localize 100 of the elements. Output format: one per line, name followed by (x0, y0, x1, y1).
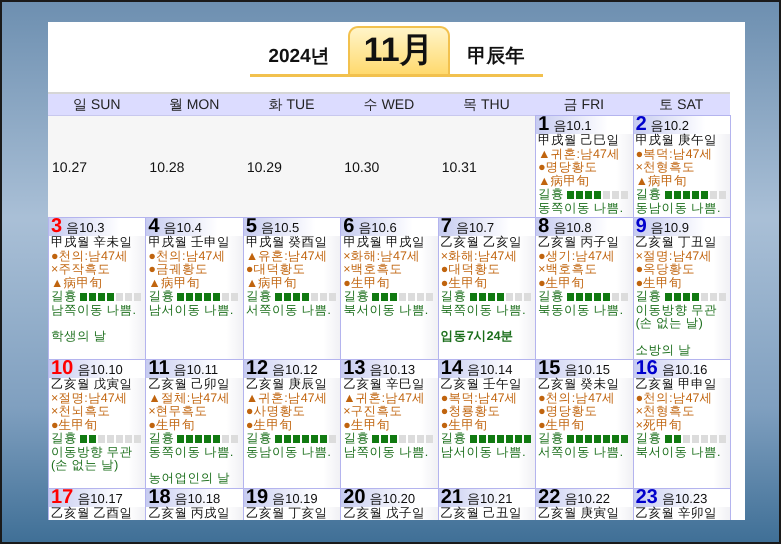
day-number: 20 (343, 489, 366, 506)
lunar-date: 음10.16 (662, 361, 708, 378)
day-cell[interactable]: 10 음10.10 乙亥월 戊寅일 ×절명:남47세 ×천뇌흑도 ●生甲旬 길흉 이동방향 무관 (손 없는 날) (48, 359, 146, 489)
day-cell[interactable]: 11 음10.11 乙亥월 己卯일 ▲절체:남47세 ×현무흑도 ●生甲旬 길흉 동쪽이동 나쁨. 농어업인의 날 (145, 359, 244, 489)
direction-text: 북서이동 나쁨. (634, 446, 722, 459)
lunar-date: 음10.22 (564, 490, 610, 506)
year-ganji-text: 甲辰年 (468, 45, 525, 69)
day-cell[interactable]: 8 음10.8 乙亥월 丙子일 ●생기:남47세 ×백호흑도 ●生甲旬 길흉 북동이동 나쁨. (535, 217, 634, 360)
day-number: 7 (440, 218, 452, 235)
ganji-text: 乙亥월 壬午일 (440, 378, 524, 392)
omen-text: ●生甲旬 (537, 418, 586, 432)
day-cell[interactable]: 23 음10.23 乙亥월 辛卯일 (632, 488, 731, 520)
lunar-date: 음10.7 (456, 219, 494, 236)
omen-text: ●生甲旬 (147, 418, 196, 432)
day-cell[interactable]: 21 음10.21 乙亥월 己丑일 (438, 488, 536, 520)
direction-text: 북서이동 나쁨. (342, 304, 430, 317)
fortune-label: 길흉 (246, 290, 272, 304)
omen-text: ▲病甲旬 (244, 276, 298, 290)
omen-text: ×화해:남47세 (440, 250, 518, 263)
lunar-date: 음10.17 (77, 490, 123, 507)
lunar-date: 음10.19 (272, 490, 318, 506)
lunar-date: 음10.1 (553, 117, 592, 134)
day-cell[interactable]: 1 음10.1 甲戌월 己巳일 ▲귀혼:남47세 ●명당황도 ▲病甲旬 길흉 동쪽이동 나쁨. (535, 115, 634, 218)
ganji-text: 甲戌월 庚午일 (634, 134, 718, 148)
omen-text: ▲病甲旬 (50, 276, 104, 290)
weekday-header: 월 MON (145, 94, 243, 115)
omen-text: ●대덕황도 (244, 263, 306, 276)
lunar-date: 음10.6 (358, 219, 397, 236)
ganji-text: 乙亥월 丙子일 (537, 236, 621, 250)
fortune-label: 길흉 (343, 290, 370, 304)
day-cell[interactable]: 5 음10.5 甲戌월 癸酉일 ▲유혼:남47세 ●대덕황도 ▲病甲旬 길흉 서쪽이동 나쁨. (242, 217, 342, 360)
day-cell[interactable]: 9 음10.9 乙亥월 丁丑일 ×절명:남47세 ●옥당황도 ●生甲旬 길흉 이동방향 무관 (손 없는 날) 소방의 날 (632, 217, 731, 360)
omen-text: ×백호흑도 (537, 263, 598, 276)
ganji-text: 乙亥월 戊子일 (342, 507, 426, 520)
omen-text: ●생기:남47세 (537, 250, 616, 263)
omen-text: ×백호흑도 (342, 263, 404, 276)
day-cell[interactable]: 20 음10.20 乙亥월 戊子일 (340, 488, 439, 520)
lunar-date: 음10.10 (77, 361, 123, 378)
day-cell[interactable]: 3 음10.3 甲戌월 辛未일 ●천의:남47세 ×주작흑도 ▲病甲旬 길흉 남쪽이동 나쁨. 학생의 날 (48, 217, 146, 360)
direction-text: 북쪽이동 나쁨. (440, 304, 527, 317)
fortune-label: 길흉 (538, 432, 564, 446)
day-cell[interactable]: 7 음10.7 乙亥월 乙亥일 ×화해:남47세 ●대덕황도 ●生甲旬 길흉 북쪽이동 나쁨. 입동7시24분 (438, 217, 536, 360)
day-number: 9 (636, 218, 647, 235)
day-cell[interactable]: 19 음10.19 乙亥월 丁亥일 (242, 488, 342, 520)
omen-text: ×천뇌흑도 (50, 405, 112, 418)
holiday-text: 농어업인의 날 (147, 472, 231, 486)
day-number: 13 (343, 360, 366, 377)
lunar-date: 음10.20 (370, 490, 416, 506)
day-number: 23 (636, 489, 658, 506)
omen-text: ●청룡황도 (440, 405, 502, 418)
omen-text: ●生甲旬 (634, 276, 684, 290)
day-number: 4 (148, 218, 160, 235)
omen-text: ×현무흑도 (147, 405, 209, 418)
lunar-date: 음10.5 (260, 219, 300, 236)
day-cell[interactable]: 18 음10.18 乙亥월 丙戌일 (145, 488, 244, 520)
ganji-text: 乙亥월 乙酉일 (50, 507, 134, 520)
day-cell[interactable]: 4 음10.4 甲戌월 壬申일 ●천의:남47세 ●금궤황도 ▲病甲旬 길흉 남서이동 나쁨. (145, 217, 244, 360)
omen-text: ●천의:남47세 (50, 250, 129, 263)
lunar-date: 음10.21 (466, 490, 512, 507)
omen-text: ●生甲旬 (440, 276, 488, 290)
day-cell[interactable]: 13 음10.13 乙亥월 辛巳일 ▲귀혼:남47세 ×구진흑도 ●生甲旬 길흉 남쪽이동 나쁨. (340, 359, 439, 489)
day-cell[interactable]: 22 음10.22 乙亥월 庚寅일 (535, 488, 634, 520)
day-number: 5 (246, 218, 257, 235)
ganji-text: 乙亥월 丙戌일 (147, 507, 231, 520)
omen-text: ●사명황도 (244, 405, 306, 418)
ganji-text: 乙亥월 己卯일 (147, 378, 231, 392)
omen-text: ●生甲旬 (342, 418, 391, 432)
holiday-text: 소방의 날 (634, 344, 692, 357)
fortune-label: 길흉 (440, 432, 467, 446)
ganji-text: 甲戌월 壬申일 (147, 236, 231, 250)
day-cell[interactable]: 12 음10.12 乙亥월 庚辰일 ▲귀혼:남47세 ●사명황도 ●生甲旬 길흉 동남이동 나쁨. (242, 359, 342, 489)
omen-text: ×死甲旬 (634, 418, 683, 432)
ganji-text: 乙亥월 癸未일 (537, 378, 621, 392)
day-cell[interactable]: 17 음10.17 乙亥월 乙酉일 (48, 488, 146, 520)
fortune-label: 길흉 (51, 290, 77, 304)
day-cell[interactable]: 16 음10.16 乙亥월 甲申일 ●천의:남47세 ×천형흑도 ×死甲旬 길흉 북서이동 나쁨. (632, 359, 731, 489)
omen-text: ×천형흑도 (634, 405, 696, 418)
omen-text: ●生甲旬 (342, 276, 391, 290)
omen-text: ▲귀혼:남47세 (537, 148, 621, 161)
day-cell[interactable]: 6 음10.6 甲戌월 甲戌일 ×화해:남47세 ×백호흑도 ●生甲旬 길흉 북서이동 나쁨. (340, 217, 439, 360)
lunar-date: 음10.12 (272, 361, 318, 378)
direction-text: 남서이동 나쁨. (147, 304, 234, 317)
lunar-date: 음10.23 (662, 490, 708, 506)
omen-text: ▲病甲旬 (634, 174, 688, 188)
fortune-label: 길흉 (636, 188, 662, 202)
day-number: 22 (538, 489, 560, 506)
omen-text: ●금궤황도 (147, 263, 209, 276)
lunar-date: 음10.4 (164, 219, 202, 236)
omen-text: ●명당황도 (537, 161, 599, 174)
omen-text: ▲病甲旬 (147, 276, 201, 290)
day-cell[interactable]: 2 음10.2 甲戌월 庚午일 ●복덕:남47세 ×천형흑도 ▲病甲旬 길흉 동남이동 나쁨. (632, 115, 731, 218)
day-number: 18 (148, 489, 171, 506)
omen-text: ●生甲旬 (244, 418, 294, 432)
ganji-text: 乙亥월 丁亥일 (244, 507, 328, 520)
weekday-header: 목 THU (438, 94, 536, 115)
direction-text: 서쪽이동 나쁨. (537, 446, 624, 459)
day-number: 12 (246, 360, 268, 377)
direction-text: 이동방향 무관 (손 없는 날) (634, 304, 718, 330)
omen-text: ●명당황도 (537, 405, 599, 418)
omen-text: ●천의:남47세 (634, 392, 714, 405)
